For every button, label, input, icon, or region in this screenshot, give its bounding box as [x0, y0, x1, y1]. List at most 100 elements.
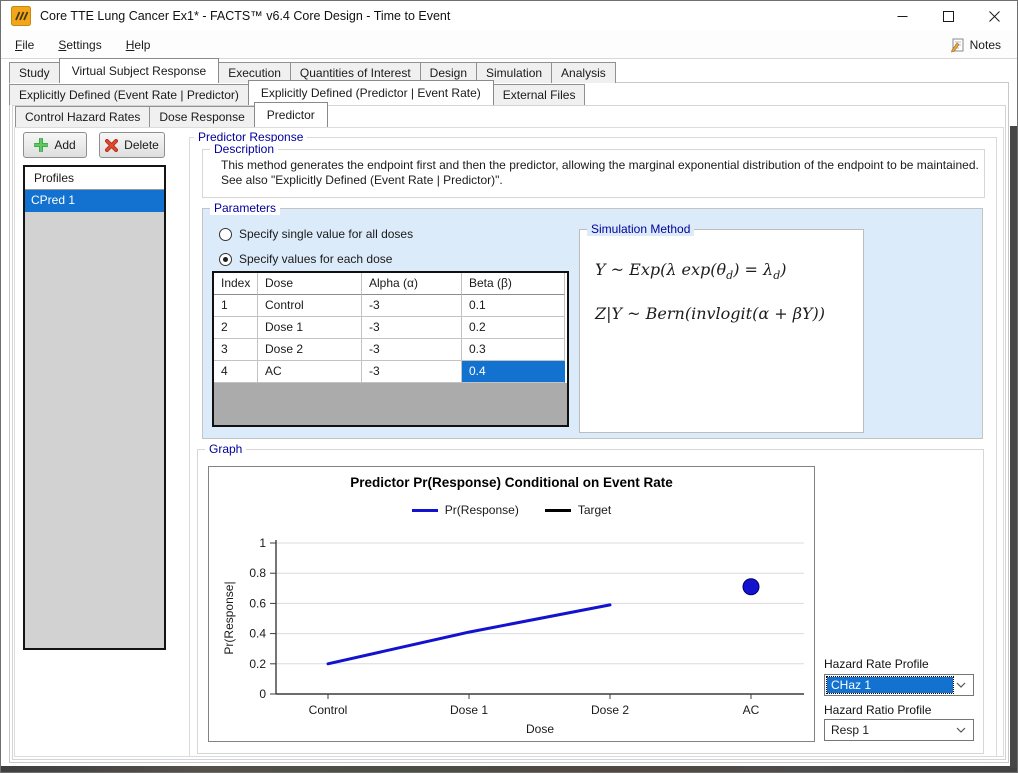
table-cell[interactable]: Dose 1 [258, 317, 362, 339]
add-button[interactable]: Add [23, 132, 87, 158]
delete-button-label: Delete [124, 138, 159, 152]
svg-text:0: 0 [259, 687, 266, 701]
predictor-response-group: Predictor Response Description This meth… [189, 137, 997, 757]
column-header[interactable]: Dose [258, 273, 362, 295]
radio-label: Specify single value for all doses [239, 227, 413, 241]
menu-settings[interactable]: Settings [48, 33, 111, 57]
maximize-button[interactable] [925, 1, 971, 31]
graph-label: Graph [205, 442, 246, 456]
legend-item: Target [545, 503, 611, 517]
table-cell[interactable]: 3 [214, 339, 258, 361]
desktop-edge-bottom [1, 766, 1017, 772]
table-row: 1Control-30.1 [214, 295, 567, 317]
menu-help[interactable]: Help [116, 33, 161, 57]
table-row: 4AC-30.4 [214, 361, 567, 383]
hazard-rate-profile-select[interactable]: CHaz 1 [824, 674, 974, 696]
profiles-list-header: Profiles [25, 167, 164, 190]
add-plus-icon [34, 138, 48, 152]
parameters-label: Parameters [210, 201, 280, 215]
x-axis-label: Dose [526, 722, 554, 736]
notes-button[interactable]: Notes [944, 33, 1007, 57]
svg-text:0.8: 0.8 [249, 566, 266, 580]
close-button[interactable] [971, 1, 1017, 31]
radio-label: Specify values for each dose [239, 252, 392, 266]
minimize-button[interactable] [879, 1, 925, 31]
predictor-tab-strip: Control Hazard RatesDose ResponsePredict… [15, 106, 328, 127]
chart-title: Predictor Pr(Response) Conditional on Ev… [209, 475, 814, 490]
table-cell[interactable]: 1 [214, 295, 258, 317]
radio-option-specify-single-value-for-all-doses[interactable]: Specify single value for all doses [219, 226, 413, 242]
table-row: 2Dose 1-30.2 [214, 317, 567, 339]
table-cell[interactable]: -3 [362, 317, 462, 339]
table-cell[interactable]: 0.1 [462, 295, 565, 317]
table-cell[interactable]: -3 [362, 361, 462, 383]
tab-study[interactable]: Study [9, 62, 60, 83]
description-line1: This method generates the endpoint first… [221, 158, 984, 173]
tab-dose-response[interactable]: Dose Response [149, 106, 254, 127]
profile-item[interactable]: CPred 1 [25, 190, 164, 212]
table-header-row: IndexDoseAlpha (α)Beta (β) [214, 273, 567, 295]
tab-external-files[interactable]: External Files [493, 84, 586, 105]
chevron-down-icon [956, 727, 966, 733]
x-tick-label: Control [309, 703, 348, 717]
hazard-rate-profile-value: CHaz 1 [827, 677, 953, 693]
delete-button[interactable]: Delete [99, 132, 165, 158]
radio-option-specify-values-for-each-dose[interactable]: Specify values for each dose [219, 251, 392, 267]
chart-plot: 00.20.40.60.81ControlDose 1Dose 2ACDoseP… [209, 523, 814, 741]
table-cell[interactable]: Control [258, 295, 362, 317]
y-axis-label: Pr(Response| [222, 581, 236, 654]
menu-bar: FileSettingsHelp Notes [1, 31, 1017, 59]
plot-marker [743, 579, 759, 595]
legend-item: Pr(Response) [412, 503, 519, 517]
table-cell[interactable]: Dose 2 [258, 339, 362, 361]
table-empty-area [214, 383, 567, 425]
hazard-ratio-profile-select[interactable]: Resp 1 [824, 719, 974, 741]
hazard-ratio-profile-label: Hazard Ratio Profile [824, 703, 931, 717]
notes-icon [950, 37, 966, 53]
add-button-label: Add [54, 138, 75, 152]
app-logo-icon [11, 6, 31, 26]
radio-icon[interactable] [219, 228, 232, 241]
table-cell[interactable]: 0.4 [462, 361, 565, 383]
chart: Predictor Pr(Response) Conditional on Ev… [208, 466, 815, 742]
column-header[interactable]: Index [214, 273, 258, 295]
tab-control-hazard-rates[interactable]: Control Hazard Rates [15, 106, 150, 127]
hazard-ratio-profile-value: Resp 1 [827, 722, 953, 738]
legend-swatch [412, 509, 438, 512]
description-line2: See also "Explicitly Defined (Event Rate… [221, 173, 984, 188]
notes-label: Notes [970, 38, 1001, 52]
tab-predictor[interactable]: Predictor [254, 102, 328, 127]
tab-explicitly-defined-event-rate-predictor[interactable]: Explicitly Defined (Event Rate | Predict… [9, 84, 249, 105]
table-cell[interactable]: 0.3 [462, 339, 565, 361]
radio-icon[interactable] [219, 253, 232, 266]
table-cell[interactable]: 2 [214, 317, 258, 339]
delete-x-icon [105, 139, 118, 152]
dose-parameters-table: IndexDoseAlpha (α)Beta (β)1Control-30.12… [212, 271, 569, 427]
chart-legend: Pr(Response) Target [209, 503, 814, 517]
tab-virtual-subject-response[interactable]: Virtual Subject Response [59, 58, 220, 83]
menu-file[interactable]: File [5, 33, 44, 57]
table-cell[interactable]: 0.2 [462, 317, 565, 339]
column-header[interactable]: Beta (β) [462, 273, 565, 295]
profiles-list: Profiles CPred 1 [23, 165, 166, 650]
tab-analysis[interactable]: Analysis [551, 62, 616, 83]
x-tick-label: Dose 2 [591, 703, 629, 717]
hazard-rate-profile-label: Hazard Rate Profile [824, 657, 929, 671]
legend-label: Pr(Response) [445, 503, 519, 517]
table-cell[interactable]: -3 [362, 339, 462, 361]
parameters-group: Parameters Specify single value for all … [202, 208, 983, 439]
formula-predictor: Z|Y ~ Bern(invlogit(α + βY)) [595, 304, 825, 323]
column-header[interactable]: Alpha (α) [362, 273, 462, 295]
table-cell[interactable]: AC [258, 361, 362, 383]
chevron-down-icon [956, 682, 966, 688]
window-title: Core TTE Lung Cancer Ex1* - FACTS™ v6.4 … [40, 9, 450, 23]
legend-label: Target [578, 503, 611, 517]
description-label: Description [210, 142, 278, 156]
table-row: 3Dose 2-30.3 [214, 339, 567, 361]
table-cell[interactable]: 4 [214, 361, 258, 383]
app-window: Core TTE Lung Cancer Ex1* - FACTS™ v6.4 … [0, 0, 1018, 773]
desktop-edge-right [1010, 126, 1017, 768]
legend-swatch [545, 509, 571, 512]
svg-text:0.2: 0.2 [249, 657, 266, 671]
table-cell[interactable]: -3 [362, 295, 462, 317]
